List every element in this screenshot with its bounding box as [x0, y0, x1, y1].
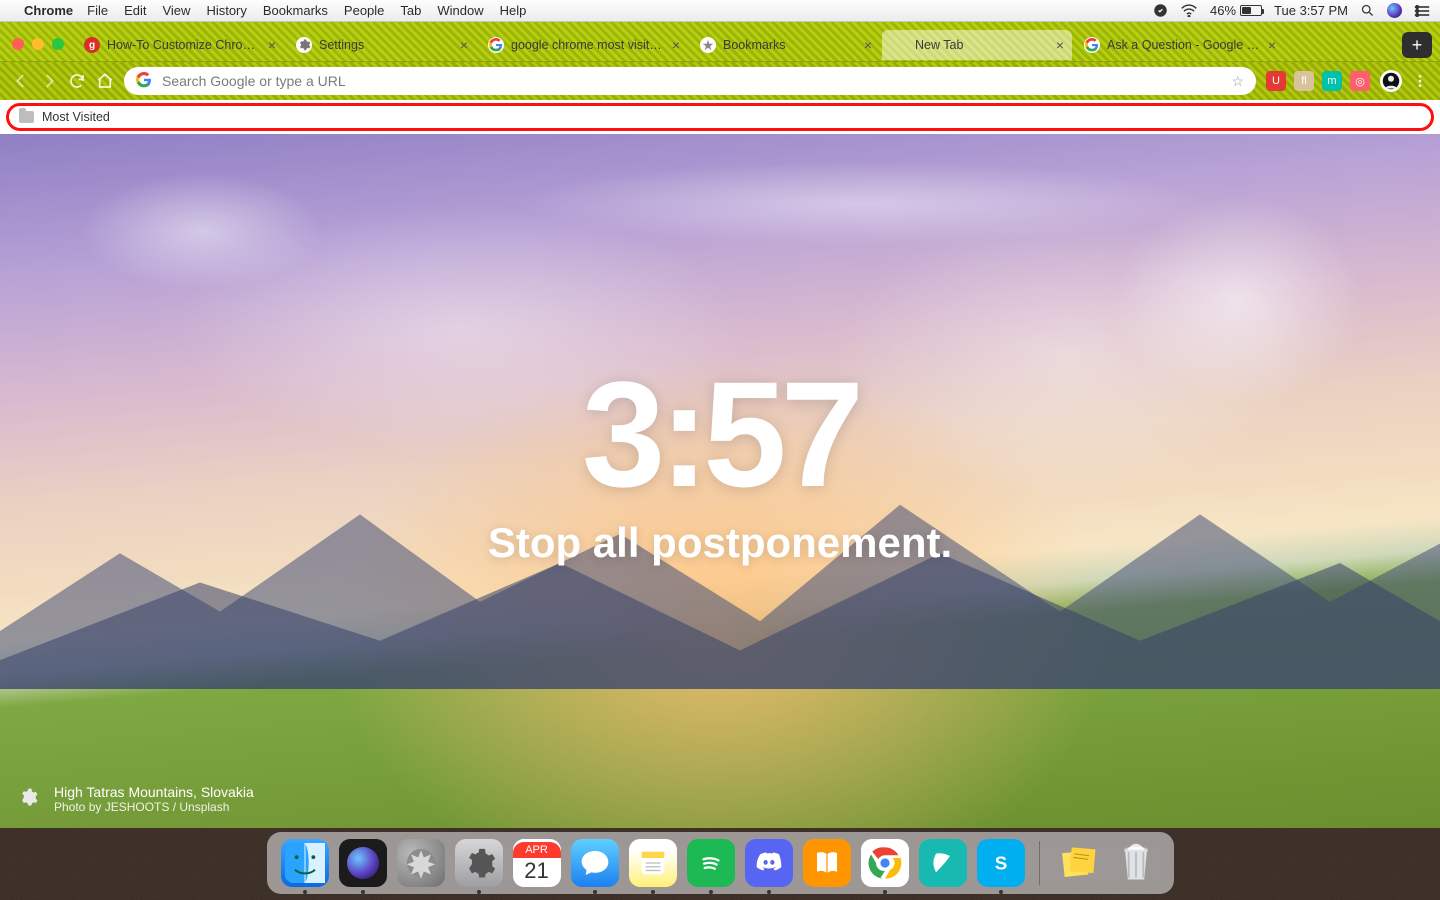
menu-file[interactable]: File	[87, 3, 108, 18]
tab-title: Ask a Question - Google C…	[1107, 38, 1261, 52]
bookmark-star-icon[interactable]: ☆	[1231, 73, 1244, 90]
menu-window[interactable]: Window	[437, 3, 483, 18]
bookmark-bar-area: Most Visited	[0, 100, 1440, 134]
menu-history[interactable]: History	[206, 3, 246, 18]
address-bar-placeholder: Search Google or type a URL	[162, 73, 1221, 89]
tab-favicon	[488, 37, 504, 53]
tab-close-icon[interactable]: ×	[672, 38, 680, 52]
tab-favicon	[892, 37, 908, 53]
tab-title: google chrome most visite…	[511, 38, 665, 52]
dock-books[interactable]	[803, 839, 851, 887]
browser-tab[interactable]: Ask a Question - Google C… ×	[1074, 30, 1284, 60]
bookmark-bar-highlight: Most Visited	[6, 103, 1434, 131]
battery-percent: 46%	[1210, 3, 1236, 18]
extension-ext2[interactable]: fl	[1294, 71, 1314, 91]
chrome-menu-button[interactable]	[1412, 73, 1428, 89]
tab-favicon: ★	[700, 37, 716, 53]
dock-trash[interactable]	[1112, 839, 1160, 887]
calendar-day: 21	[524, 858, 548, 884]
macos-menubar: Chrome File Edit View History Bookmarks …	[0, 0, 1440, 22]
tab-favicon: g	[84, 37, 100, 53]
minimize-window-button[interactable]	[32, 38, 44, 50]
tab-strip: gHow-To Customize Chrom…×Settings×google…	[74, 30, 1394, 62]
dock-system-preferences[interactable]	[455, 839, 503, 887]
status-icon[interactable]	[1153, 3, 1168, 18]
tab-title: Settings	[319, 38, 453, 52]
menu-tab[interactable]: Tab	[400, 3, 421, 18]
tab-close-icon[interactable]: ×	[460, 38, 468, 52]
spotlight-icon[interactable]	[1360, 3, 1375, 18]
dock-separator	[1039, 841, 1040, 885]
dock-chrome[interactable]	[861, 839, 909, 887]
menu-help[interactable]: Help	[500, 3, 527, 18]
browser-tab[interactable]: New Tab ×	[882, 30, 1072, 60]
browser-tab[interactable]: g How-To Customize Chrom… ×	[74, 30, 284, 60]
momentum-clock: 3:57	[582, 359, 858, 509]
menu-view[interactable]: View	[162, 3, 190, 18]
dock-calendar[interactable]: APR21	[513, 839, 561, 887]
address-bar[interactable]: Search Google or type a URL ☆	[124, 67, 1256, 95]
reload-button[interactable]	[68, 72, 86, 90]
fullscreen-window-button[interactable]	[52, 38, 64, 50]
new-tab-button[interactable]: +	[1402, 32, 1432, 58]
new-tab-content: 3:57 Stop all postponement. High Tatras …	[0, 134, 1440, 828]
photo-attribution[interactable]: High Tatras Mountains, Slovakia Photo by…	[54, 784, 254, 814]
dock-app-teal[interactable]	[919, 839, 967, 887]
dock-spotify[interactable]	[687, 839, 735, 887]
home-button[interactable]	[96, 72, 114, 90]
extension-ext4[interactable]: ◎	[1350, 71, 1370, 91]
browser-tab[interactable]: ★ Bookmarks ×	[690, 30, 880, 60]
browser-tab[interactable]: google chrome most visite… ×	[478, 30, 688, 60]
menu-edit[interactable]: Edit	[124, 3, 146, 18]
tab-title: New Tab	[915, 38, 1049, 52]
tab-close-icon[interactable]: ×	[1056, 38, 1064, 52]
window-controls	[0, 38, 74, 62]
dock-siri[interactable]	[339, 839, 387, 887]
close-window-button[interactable]	[12, 38, 24, 50]
macos-dock: APR21 S	[267, 832, 1174, 894]
menu-people[interactable]: People	[344, 3, 384, 18]
settings-gear-icon[interactable]	[18, 787, 38, 812]
tab-favicon	[296, 37, 312, 53]
dock-skype[interactable]: S	[977, 839, 1025, 887]
bookmark-most-visited[interactable]: Most Visited	[42, 110, 110, 124]
tab-close-icon[interactable]: ×	[268, 38, 276, 52]
tab-close-icon[interactable]: ×	[1268, 38, 1276, 52]
browser-tab[interactable]: Settings ×	[286, 30, 476, 60]
siri-icon[interactable]	[1387, 3, 1402, 18]
dock-notes[interactable]	[629, 839, 677, 887]
control-center-icon[interactable]	[1414, 5, 1430, 17]
photo-byline: Photo by JESHOOTS / Unsplash	[54, 800, 254, 814]
folder-icon	[19, 111, 34, 123]
tab-title: How-To Customize Chrom…	[107, 38, 261, 52]
calendar-month: APR	[513, 842, 561, 858]
desktop-strip: APR21 S	[0, 828, 1440, 900]
menubar-clock[interactable]: Tue 3:57 PM	[1274, 3, 1348, 18]
wifi-icon[interactable]	[1180, 4, 1198, 17]
tab-favicon	[1084, 37, 1100, 53]
dock-launchpad[interactable]	[397, 839, 445, 887]
battery-indicator[interactable]: 46%	[1210, 3, 1262, 18]
dock-discord[interactable]	[745, 839, 793, 887]
profile-avatar[interactable]	[1380, 70, 1402, 92]
app-menu[interactable]: Chrome	[24, 3, 73, 18]
svg-text:S: S	[994, 852, 1007, 873]
menu-bookmarks[interactable]: Bookmarks	[263, 3, 328, 18]
dock-messages[interactable]	[571, 839, 619, 887]
extension-momentum[interactable]: m	[1322, 71, 1342, 91]
forward-button[interactable]	[40, 72, 58, 90]
browser-chrome: gHow-To Customize Chrom…×Settings×google…	[0, 22, 1440, 100]
tab-close-icon[interactable]: ×	[864, 38, 872, 52]
momentum-mantra: Stop all postponement.	[488, 519, 952, 567]
tab-title: Bookmarks	[723, 38, 857, 52]
dock-finder[interactable]	[281, 839, 329, 887]
back-button[interactable]	[12, 72, 30, 90]
browser-toolbar: Search Google or type a URL ☆ Uflm ◎	[0, 62, 1440, 100]
extension-ublock[interactable]: U	[1266, 71, 1286, 91]
google-icon	[136, 72, 152, 91]
dock-stickies[interactable]	[1054, 839, 1102, 887]
photo-location: High Tatras Mountains, Slovakia	[54, 784, 254, 800]
